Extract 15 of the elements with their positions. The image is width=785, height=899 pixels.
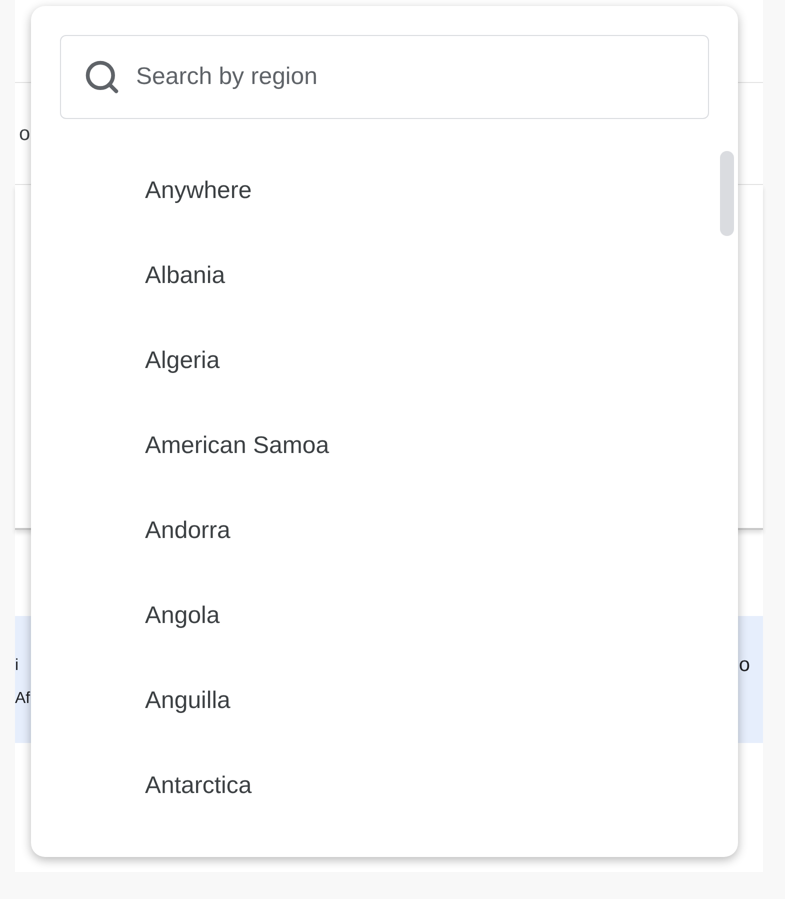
scrollbar-thumb[interactable] <box>720 151 734 236</box>
search-field[interactable]: Search by region <box>60 35 709 119</box>
region-option[interactable]: Antarctica <box>145 770 252 800</box>
region-option[interactable]: Andorra <box>145 516 230 546</box>
region-option[interactable]: Anguilla <box>145 686 230 716</box>
search-icon <box>83 58 121 96</box>
text-fragment: i <box>15 656 20 676</box>
region-option[interactable]: Anywhere <box>145 176 252 206</box>
text-fragment: Af <box>15 689 30 709</box>
region-option[interactable]: American Samoa <box>145 430 330 460</box>
region-option[interactable]: Albania <box>145 260 226 290</box>
region-option[interactable]: Angola <box>145 600 220 630</box>
region-option[interactable]: Algeria <box>145 346 220 376</box>
text-fragment: o <box>738 653 750 678</box>
text-fragment: o <box>19 122 30 146</box>
